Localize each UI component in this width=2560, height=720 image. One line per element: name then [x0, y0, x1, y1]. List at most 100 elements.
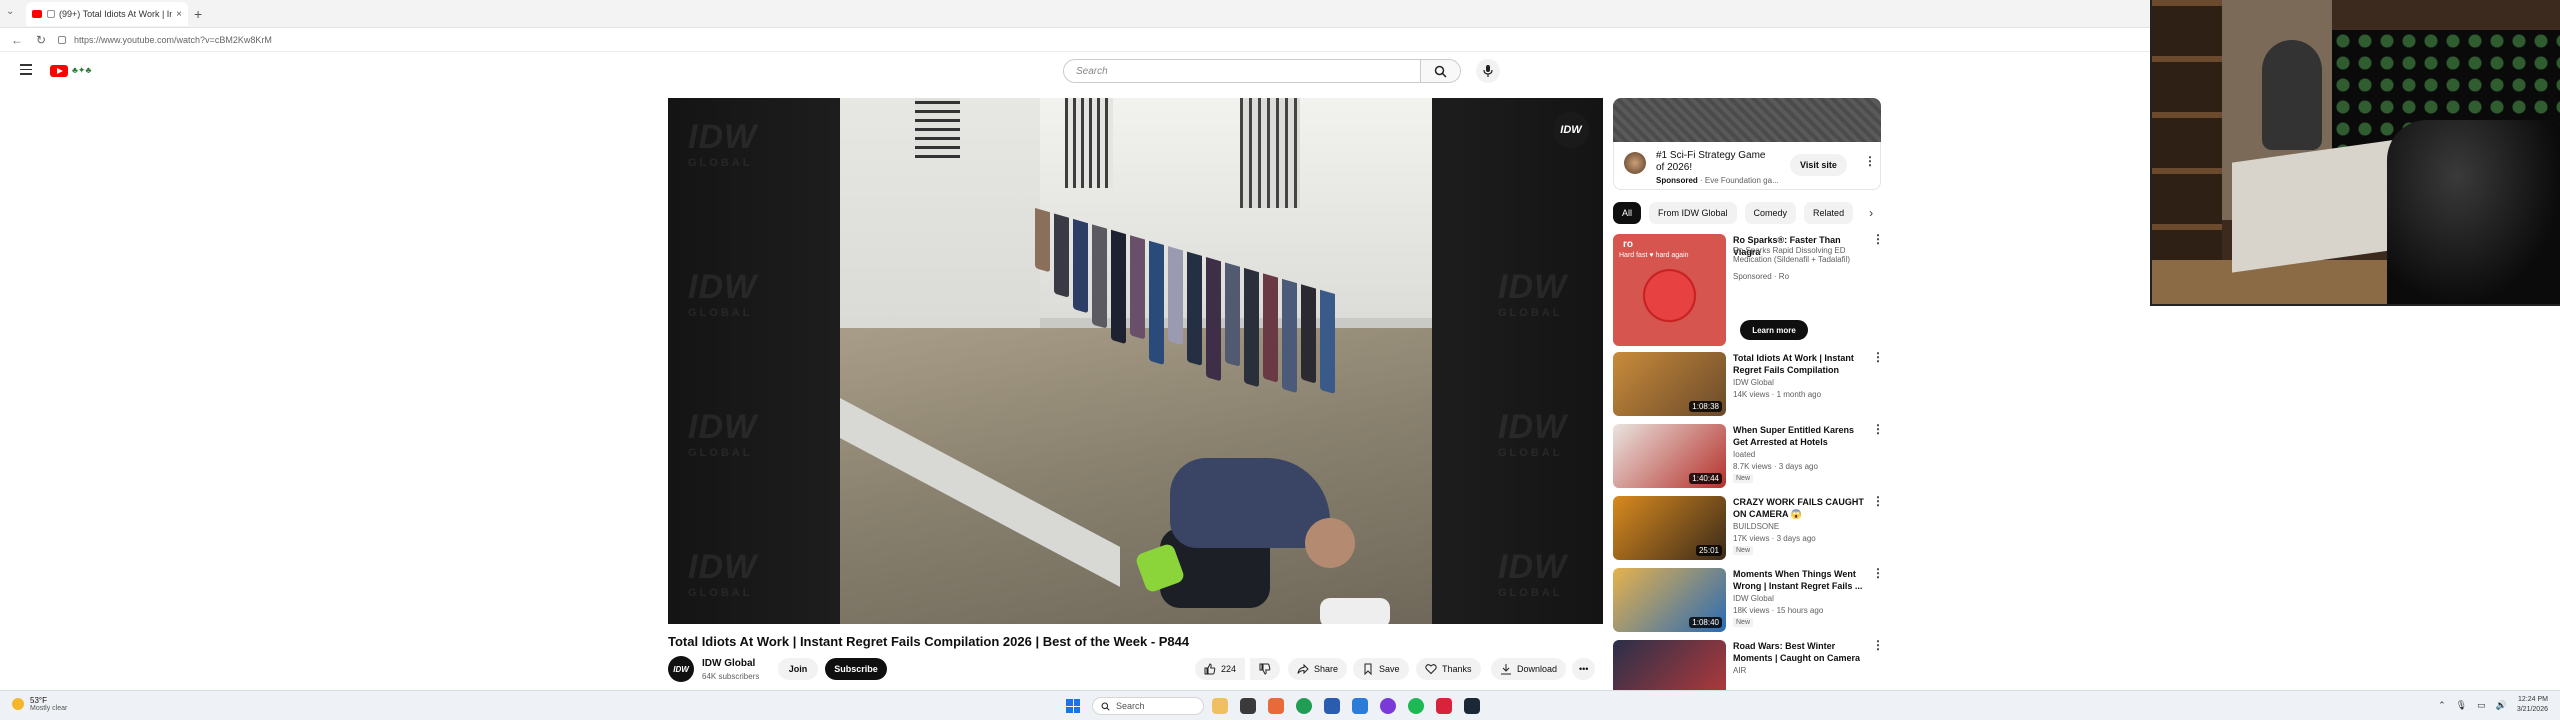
- recommendation-title[interactable]: Road Wars: Best Winter Moments | Caught …: [1733, 640, 1867, 664]
- widget-app-icon[interactable]: [1212, 698, 1228, 714]
- watermark: IDW GLOBAL: [1498, 408, 1568, 459]
- thanks-label: Thanks: [1442, 664, 1472, 674]
- new-badge: New: [1733, 546, 1754, 555]
- windows-start-icon[interactable]: [1066, 699, 1080, 713]
- channel-name[interactable]: IDW Global: [702, 658, 755, 669]
- more-menu-icon[interactable]: ⋮: [1872, 423, 1884, 435]
- chevron-right-icon[interactable]: ›: [1869, 206, 1873, 220]
- taskbar: 53°F Mostly clear Search ⌃ 🎙 ▭ 🔊 12:24 P…: [0, 690, 2560, 720]
- chip-related[interactable]: Related: [1804, 202, 1854, 224]
- weather-condition: Mostly clear: [30, 705, 68, 712]
- tab-close-icon[interactable]: ×: [176, 9, 182, 20]
- new-badge: New: [1733, 474, 1754, 483]
- weather-widget[interactable]: 53°F Mostly clear: [12, 696, 67, 712]
- webcam-scene: [2152, 260, 2412, 304]
- url-text: https://www.youtube.com/watch?v=cBM2Kw8K…: [74, 34, 272, 45]
- steam-icon[interactable]: [1464, 698, 1480, 714]
- like-button[interactable]: 224: [1195, 658, 1246, 680]
- recommendation-title[interactable]: CRAZY WORK FAILS CAUGHT ON CAMERA 😱: [1733, 496, 1867, 520]
- video-player[interactable]: IDW GLOBAL IDW GLOBAL IDW GLOBAL IDW GLOBAL …: [668, 98, 1603, 624]
- recommendation-channel[interactable]: IDW Global: [1733, 378, 1774, 387]
- ad-thumb-tagline: Hard fast ♥ hard again: [1619, 252, 1689, 259]
- video-title: Total Idiots At Work | Instant Regret Fa…: [668, 634, 1190, 649]
- more-menu-icon[interactable]: ⋮: [1872, 567, 1884, 579]
- recommendation-title[interactable]: Moments When Things Went Wrong | Instant…: [1733, 568, 1867, 592]
- recommendation-item[interactable]: 25:01 CRAZY WORK FAILS CAUGHT ON CAMERA 😱…: [1613, 494, 1884, 566]
- taskbar-search[interactable]: Search: [1092, 697, 1204, 715]
- visit-site-button[interactable]: Visit site: [1790, 154, 1847, 176]
- ad-card[interactable]: #1 Sci-Fi Strategy Game of 2026! Sponsor…: [1613, 142, 1881, 190]
- video-thumbnail[interactable]: 1:08:40: [1613, 568, 1726, 632]
- app-icon[interactable]: [1380, 698, 1396, 714]
- app-icon[interactable]: [1324, 698, 1340, 714]
- task-view-icon[interactable]: [1240, 698, 1256, 714]
- more-actions-button[interactable]: •••: [1572, 658, 1596, 680]
- new-tab-button[interactable]: +: [194, 6, 202, 22]
- ad-banner-image[interactable]: [1613, 98, 1881, 142]
- video-thumbnail[interactable]: ro Hard fast ♥ hard again: [1613, 234, 1726, 346]
- app-icon[interactable]: [1436, 698, 1452, 714]
- volume-icon[interactable]: 🔊: [2496, 700, 2507, 711]
- recommendation-channel[interactable]: Ioated: [1733, 450, 1755, 459]
- taskbar-search-label: Search: [1116, 701, 1145, 711]
- microphone-icon[interactable]: 🎙: [2456, 700, 2467, 711]
- recommendation-channel[interactable]: BUILDSONE: [1733, 522, 1779, 531]
- taskbar-apps: [1212, 698, 1480, 714]
- more-menu-icon[interactable]: ⋮: [1872, 351, 1884, 363]
- channel-avatar[interactable]: IDW: [668, 656, 694, 682]
- chip-from-channel[interactable]: From IDW Global: [1649, 202, 1737, 224]
- recommendation-item[interactable]: 1:40:44 When Super Entitled Karens Get Ar…: [1613, 422, 1884, 494]
- spotify-icon[interactable]: [1408, 698, 1424, 714]
- join-button[interactable]: Join: [778, 658, 818, 680]
- channel-watermark-badge[interactable]: IDW: [1553, 112, 1589, 148]
- share-button[interactable]: Share: [1288, 658, 1348, 680]
- sponsored-recommendation[interactable]: ro Hard fast ♥ hard again Ro Sparks®: Fast…: [1613, 232, 1884, 350]
- like-count: 224: [1221, 664, 1237, 674]
- voice-search-button[interactable]: [1476, 59, 1500, 83]
- url-field[interactable]: https://www.youtube.com/watch?v=cBM2Kw8K…: [58, 35, 272, 45]
- thanks-button[interactable]: Thanks: [1416, 658, 1481, 680]
- recommendation-channel[interactable]: IDW Global: [1733, 594, 1774, 603]
- recommendation-channel[interactable]: AIR: [1733, 666, 1746, 675]
- ad-title[interactable]: #1 Sci-Fi Strategy Game of 2026!: [1656, 150, 1776, 174]
- chip-all[interactable]: All: [1613, 202, 1642, 224]
- duration-badge: 25:01: [1695, 545, 1722, 556]
- save-button[interactable]: Save: [1353, 658, 1409, 680]
- video-thumbnail[interactable]: 1:08:38: [1613, 352, 1726, 416]
- chrome-icon[interactable]: [1296, 698, 1312, 714]
- site-info-icon[interactable]: [58, 35, 66, 44]
- browser-tab-youtube[interactable]: (99+) Total Idiots At Work | In... ×: [26, 2, 188, 26]
- hamburger-menu-icon[interactable]: [20, 64, 32, 75]
- recommendation-title[interactable]: When Super Entitled Karens Get Arrested …: [1733, 424, 1867, 448]
- download-button[interactable]: Download: [1491, 658, 1567, 680]
- video-thumbnail[interactable]: 1:40:44: [1613, 424, 1726, 488]
- more-menu-icon[interactable]: ⋮: [1872, 233, 1884, 245]
- tab-list-chevron-icon[interactable]: ⌄: [6, 6, 14, 17]
- scene-person: [1134, 438, 1360, 624]
- recommendation-title[interactable]: Total Idiots At Work | Instant Regret Fa…: [1733, 352, 1867, 376]
- doodle-icon[interactable]: ♣✦♣: [72, 65, 91, 76]
- search-input[interactable]: Search: [1063, 59, 1421, 83]
- video-thumbnail[interactable]: 25:01: [1613, 496, 1726, 560]
- subscribe-button[interactable]: Subscribe: [825, 658, 887, 680]
- reload-icon[interactable]: ↻: [34, 33, 48, 47]
- app-icon[interactable]: [1352, 698, 1368, 714]
- app-icon[interactable]: [1268, 698, 1284, 714]
- recommendation-item[interactable]: 1:08:40 Moments When Things Went Wrong | …: [1613, 566, 1884, 638]
- ad-menu-icon[interactable]: ⋮: [1864, 155, 1876, 167]
- learn-more-button[interactable]: Learn more: [1740, 320, 1808, 340]
- dislike-button[interactable]: [1250, 658, 1280, 680]
- chip-comedy[interactable]: Comedy: [1744, 202, 1797, 224]
- network-icon[interactable]: ▭: [2477, 700, 2486, 711]
- search-button[interactable]: [1421, 59, 1461, 83]
- more-menu-icon[interactable]: ⋮: [1872, 639, 1884, 651]
- recommendation-meta: 17K views · 3 days ago: [1733, 534, 1816, 543]
- more-menu-icon[interactable]: ⋮: [1872, 495, 1884, 507]
- clock[interactable]: 12:24 PM 3/21/2026: [2517, 695, 2548, 715]
- tray-chevron-icon[interactable]: ⌃: [2438, 700, 2446, 711]
- video-frame: [840, 98, 1432, 624]
- back-icon[interactable]: ←: [10, 33, 24, 47]
- recommendation-item[interactable]: 1:08:38 Total Idiots At Work | Instant Re…: [1613, 350, 1884, 422]
- speaker-icon: [47, 10, 55, 18]
- youtube-logo[interactable]: [50, 65, 68, 77]
